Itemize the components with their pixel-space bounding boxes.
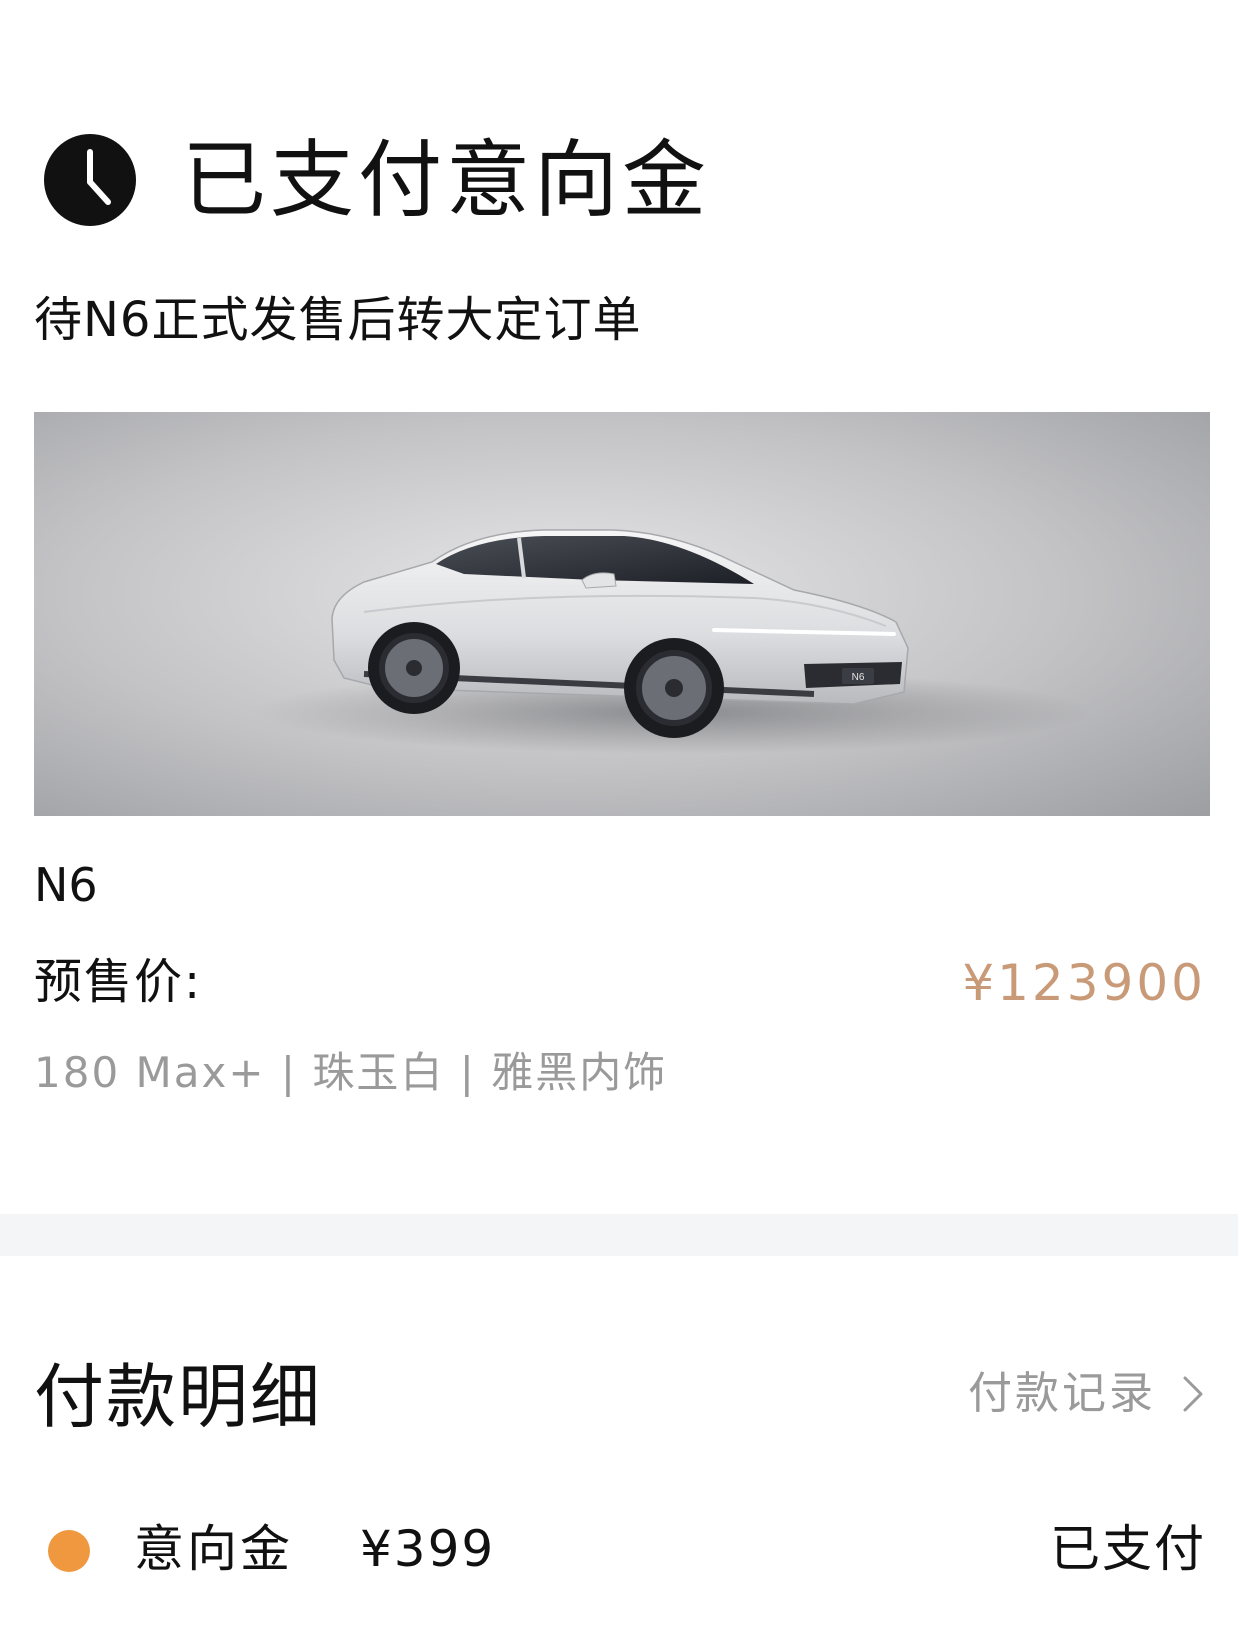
presale-price-label: 预售价: bbox=[34, 954, 203, 1010]
payment-history-label: 付款记录 bbox=[968, 1368, 1156, 1419]
clock-icon bbox=[42, 132, 138, 228]
chevron-right-icon bbox=[1182, 1374, 1204, 1414]
vehicle-model-name: N6 bbox=[34, 858, 98, 912]
payment-item-status: 已支付 bbox=[1050, 1520, 1206, 1578]
order-status-title: 已支付意向金 bbox=[182, 131, 711, 229]
payment-status-dot bbox=[48, 1530, 90, 1572]
payment-item-amount: ¥399 bbox=[360, 1520, 496, 1578]
order-status-header: 已支付意向金 bbox=[42, 130, 710, 230]
payment-details-title: 付款明细 bbox=[34, 1356, 322, 1438]
presale-price-value: ¥123900 bbox=[962, 954, 1206, 1012]
vehicle-badge: N6 bbox=[852, 672, 865, 683]
section-divider bbox=[0, 1214, 1238, 1256]
payment-history-link[interactable]: 付款记录 bbox=[968, 1372, 1204, 1416]
payment-item-label: 意向金 bbox=[134, 1520, 293, 1578]
payment-item-row: 意向金 ¥399 已支付 bbox=[0, 1520, 1238, 1580]
order-status-subtitle: 待N6正式发售后转大定订单 bbox=[34, 292, 642, 348]
vehicle-configuration: 180 Max+ | 珠玉白 | 雅黑内饰 bbox=[34, 1048, 668, 1097]
vehicle-image: N6 bbox=[34, 412, 1210, 816]
